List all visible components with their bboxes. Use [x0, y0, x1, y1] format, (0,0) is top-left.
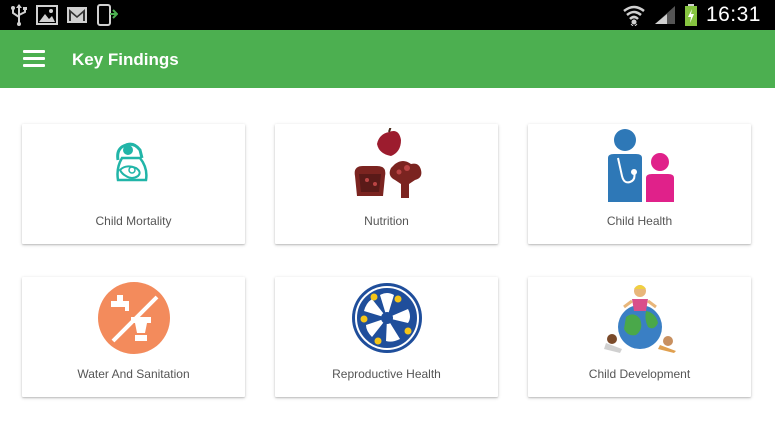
status-bar: 16:31 [0, 0, 775, 30]
card-reproductive-health[interactable]: Reproductive Health [275, 277, 498, 397]
wifi-icon [622, 4, 646, 26]
hamburger-menu-icon[interactable] [14, 43, 54, 75]
child-mortality-icon [22, 128, 245, 214]
gmail-icon [66, 6, 88, 24]
image-icon [36, 5, 58, 25]
app-bar: Key Findings [0, 30, 775, 88]
usb-icon [10, 4, 28, 26]
card-label-child-development: Child Development [588, 367, 691, 381]
card-label-reproductive-health: Reproductive Health [332, 367, 441, 381]
status-clock: 16:31 [705, 3, 761, 26]
battery-charging-icon [684, 4, 698, 26]
card-label-water-sanitation: Water And Sanitation [77, 367, 190, 381]
card-label-nutrition: Nutrition [364, 214, 409, 228]
status-left-icons [10, 4, 118, 26]
child-health-icon [528, 128, 751, 214]
card-child-health[interactable]: Child Health [528, 124, 751, 244]
card-water-sanitation[interactable]: Water And Sanitation [22, 277, 245, 397]
status-right-icons: 16:31 [622, 2, 761, 28]
nutrition-icon [275, 128, 498, 214]
card-child-development[interactable]: Child Development [528, 277, 751, 397]
page-title: Key Findings [72, 50, 179, 69]
card-label-child-health: Child Health [606, 214, 673, 228]
card-child-mortality[interactable]: Child Mortality [22, 124, 245, 244]
card-nutrition[interactable]: Nutrition [275, 124, 498, 244]
signal-icon [654, 5, 676, 25]
card-label-child-mortality: Child Mortality [95, 214, 172, 228]
water-sanitation-icon [22, 281, 245, 367]
reproductive-health-icon [275, 281, 498, 367]
child-development-icon [528, 281, 751, 367]
phone-icon [96, 4, 118, 26]
